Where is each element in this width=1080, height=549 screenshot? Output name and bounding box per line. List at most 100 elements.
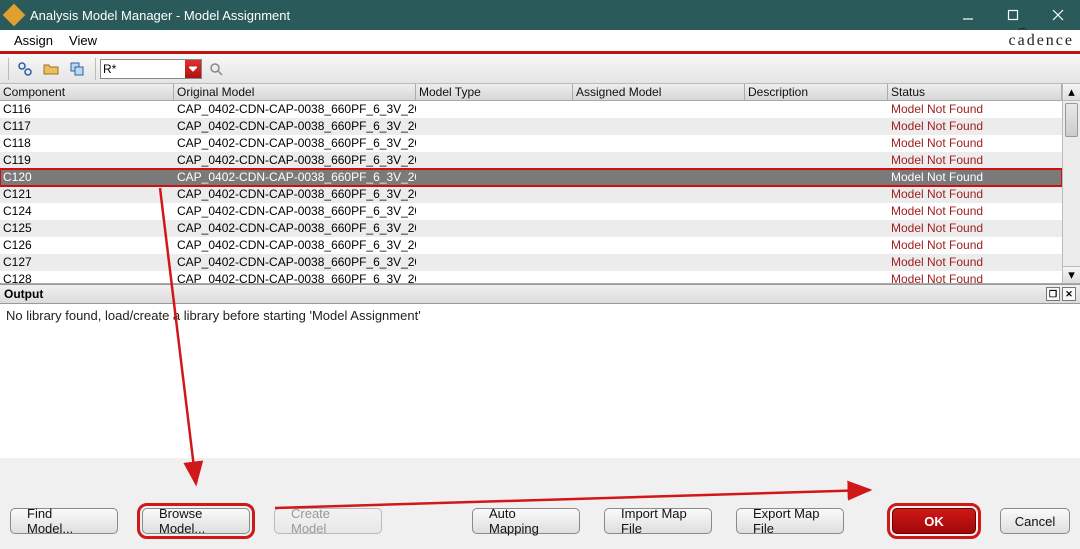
- cell-original-model: CAP_0402-CDN-CAP-0038_660PF_6_3V_20%: [174, 237, 416, 254]
- menu-assign[interactable]: Assign: [6, 31, 61, 50]
- cell-component: C121: [0, 186, 174, 203]
- cell-component: C126: [0, 237, 174, 254]
- output-message: No library found, load/create a library …: [6, 308, 421, 323]
- cell-assigned-model: [573, 186, 745, 203]
- cell-status: Model Not Found: [888, 169, 1062, 186]
- cell-model-type: [416, 237, 573, 254]
- import-map-button[interactable]: Import Map File: [604, 508, 712, 534]
- cell-original-model: CAP_0402-CDN-CAP-0038_660PF_6_3V_20%: [174, 186, 416, 203]
- cell-status: Model Not Found: [888, 186, 1062, 203]
- search-dropdown-icon[interactable]: [185, 60, 201, 78]
- table-row[interactable]: C116CAP_0402-CDN-CAP-0038_660PF_6_3V_20%…: [0, 101, 1062, 118]
- cell-assigned-model: [573, 169, 745, 186]
- table-row[interactable]: C127CAP_0402-CDN-CAP-0038_660PF_6_3V_20%…: [0, 254, 1062, 271]
- cell-description: [745, 169, 888, 186]
- cancel-button[interactable]: Cancel: [1000, 508, 1070, 534]
- cell-original-model: CAP_0402-CDN-CAP-0038_660PF_6_3V_20%: [174, 152, 416, 169]
- table-header: Component Original Model Model Type Assi…: [0, 84, 1062, 101]
- search-combo[interactable]: [100, 59, 202, 79]
- table-row[interactable]: C125CAP_0402-CDN-CAP-0038_660PF_6_3V_20%…: [0, 220, 1062, 237]
- cell-model-type: [416, 169, 573, 186]
- cell-description: [745, 186, 888, 203]
- close-button[interactable]: [1035, 0, 1080, 30]
- cell-component: C117: [0, 118, 174, 135]
- find-icon[interactable]: [13, 58, 37, 80]
- copy-icon[interactable]: [65, 58, 89, 80]
- cell-description: [745, 152, 888, 169]
- cell-original-model: CAP_0402-CDN-CAP-0038_660PF_6_3V_20%: [174, 203, 416, 220]
- cell-description: [745, 203, 888, 220]
- scroll-thumb[interactable]: [1065, 103, 1078, 137]
- cell-status: Model Not Found: [888, 101, 1062, 118]
- cell-component: C127: [0, 254, 174, 271]
- toolbar: [0, 54, 1080, 84]
- cell-assigned-model: [573, 254, 745, 271]
- cell-component: C120: [0, 169, 174, 186]
- browse-model-button[interactable]: Browse Model...: [142, 508, 250, 534]
- cell-description: [745, 135, 888, 152]
- ok-button[interactable]: OK: [892, 508, 976, 534]
- cell-model-type: [416, 118, 573, 135]
- cell-original-model: CAP_0402-CDN-CAP-0038_660PF_6_3V_20%: [174, 271, 416, 283]
- menu-bar: Assign View cadence: [0, 30, 1080, 54]
- cell-component: C118: [0, 135, 174, 152]
- table-scrollbar[interactable]: ▴ ▾: [1062, 84, 1080, 283]
- minimize-button[interactable]: [945, 0, 990, 30]
- cell-status: Model Not Found: [888, 254, 1062, 271]
- cell-description: [745, 118, 888, 135]
- table-row[interactable]: C120CAP_0402-CDN-CAP-0038_660PF_6_3V_20%…: [0, 169, 1062, 186]
- window-title: Analysis Model Manager - Model Assignmen…: [30, 8, 945, 23]
- auto-mapping-button[interactable]: Auto Mapping: [472, 508, 580, 534]
- table-row[interactable]: C126CAP_0402-CDN-CAP-0038_660PF_6_3V_20%…: [0, 237, 1062, 254]
- export-map-button[interactable]: Export Map File: [736, 508, 844, 534]
- scroll-up-icon[interactable]: ▴: [1063, 84, 1080, 101]
- maximize-button[interactable]: [990, 0, 1035, 30]
- cell-original-model: CAP_0402-CDN-CAP-0038_660PF_6_3V_20%: [174, 118, 416, 135]
- menu-view[interactable]: View: [61, 31, 105, 50]
- cell-status: Model Not Found: [888, 135, 1062, 152]
- magnifier-icon[interactable]: [204, 58, 228, 80]
- cell-assigned-model: [573, 118, 745, 135]
- cell-description: [745, 254, 888, 271]
- output-undock-icon[interactable]: ❐: [1046, 287, 1060, 301]
- cell-original-model: CAP_0402-CDN-CAP-0038_660PF_6_3V_20%: [174, 220, 416, 237]
- col-assigned-model[interactable]: Assigned Model: [573, 84, 745, 100]
- cell-original-model: CAP_0402-CDN-CAP-0038_660PF_6_3V_20%: [174, 135, 416, 152]
- cell-component: C116: [0, 101, 174, 118]
- cell-assigned-model: [573, 220, 745, 237]
- cell-assigned-model: [573, 271, 745, 283]
- cell-description: [745, 237, 888, 254]
- table-row[interactable]: C121CAP_0402-CDN-CAP-0038_660PF_6_3V_20%…: [0, 186, 1062, 203]
- table-row[interactable]: C124CAP_0402-CDN-CAP-0038_660PF_6_3V_20%…: [0, 203, 1062, 220]
- col-description[interactable]: Description: [745, 84, 888, 100]
- cell-model-type: [416, 220, 573, 237]
- find-model-button[interactable]: Find Model...: [10, 508, 118, 534]
- output-panel-header: Output ❐ ✕: [0, 284, 1080, 304]
- cell-assigned-model: [573, 101, 745, 118]
- cell-original-model: CAP_0402-CDN-CAP-0038_660PF_6_3V_20%: [174, 169, 416, 186]
- table-row[interactable]: C117CAP_0402-CDN-CAP-0038_660PF_6_3V_20%…: [0, 118, 1062, 135]
- output-close-icon[interactable]: ✕: [1062, 287, 1076, 301]
- output-panel: No library found, load/create a library …: [0, 304, 1080, 458]
- table-row[interactable]: C118CAP_0402-CDN-CAP-0038_660PF_6_3V_20%…: [0, 135, 1062, 152]
- col-component[interactable]: Component: [0, 84, 174, 100]
- app-icon: [3, 4, 26, 27]
- cell-model-type: [416, 203, 573, 220]
- cell-model-type: [416, 152, 573, 169]
- search-input[interactable]: [101, 61, 185, 77]
- cell-assigned-model: [573, 135, 745, 152]
- scroll-down-icon[interactable]: ▾: [1063, 266, 1080, 283]
- col-status[interactable]: Status: [888, 84, 1062, 100]
- folder-icon[interactable]: [39, 58, 63, 80]
- cell-status: Model Not Found: [888, 118, 1062, 135]
- col-original-model[interactable]: Original Model: [174, 84, 416, 100]
- table-row[interactable]: C128CAP_0402-CDN-CAP-0038_660PF_6_3V_20%…: [0, 271, 1062, 283]
- cell-model-type: [416, 254, 573, 271]
- cell-status: Model Not Found: [888, 152, 1062, 169]
- cell-model-type: [416, 101, 573, 118]
- cell-status: Model Not Found: [888, 271, 1062, 283]
- table-row[interactable]: C119CAP_0402-CDN-CAP-0038_660PF_6_3V_20%…: [0, 152, 1062, 169]
- cell-model-type: [416, 186, 573, 203]
- cell-assigned-model: [573, 152, 745, 169]
- col-model-type[interactable]: Model Type: [416, 84, 573, 100]
